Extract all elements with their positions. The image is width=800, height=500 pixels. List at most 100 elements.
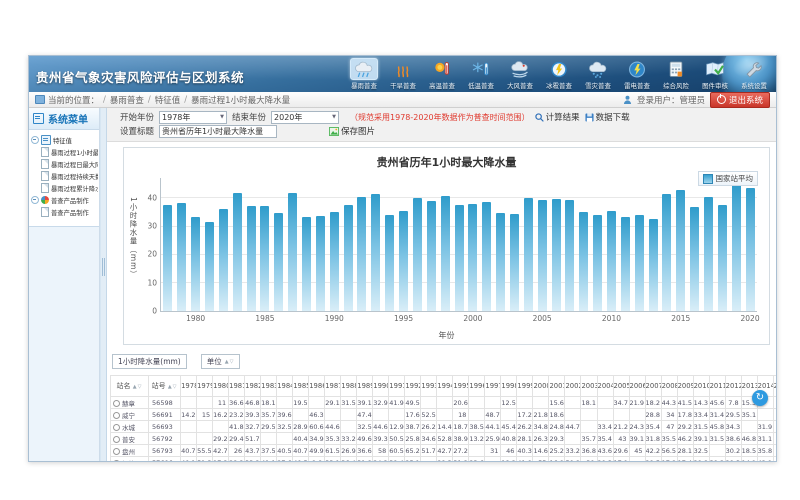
start-year-select[interactable]: 1978年 ▼ (159, 111, 227, 124)
expander-icon[interactable] (31, 196, 39, 204)
col-header-year[interactable]: 2009 (677, 376, 693, 397)
col-header-year[interactable]: 1996 (469, 376, 485, 397)
bar-2008 (579, 212, 588, 311)
sidebar-item-1h-max-precip[interactable]: 暴雨过程1小时最大降水量 (31, 146, 98, 158)
unit-chip[interactable]: 单位 ▲▽ (201, 354, 241, 369)
nav-item-wind[interactable]: 大风普查 (502, 58, 538, 91)
sort-icons[interactable]: ▲▽ (133, 384, 143, 390)
col-header-year[interactable]: 1988 (341, 376, 357, 397)
col-header-year[interactable]: 2004 (597, 376, 613, 397)
data-download-button[interactable]: 数据下载 (585, 111, 630, 123)
col-header-year[interactable]: 1979 (197, 376, 213, 397)
nav-item-high-temp[interactable]: 高温普查 (424, 58, 460, 91)
nav-item-settings[interactable]: 系统设置 (736, 58, 772, 91)
col-header-year[interactable]: 1993 (421, 376, 437, 397)
col-header-year[interactable]: 2006 (629, 376, 645, 397)
col-header-year[interactable]: 1997 (485, 376, 501, 397)
col-header-year[interactable]: 1987 (325, 376, 341, 397)
sort-icons[interactable]: ▲▽ (168, 384, 178, 390)
value-cell: 65.2 (405, 445, 421, 457)
breadcrumb-item-feature[interactable]: 特征值 (155, 94, 181, 106)
nav-item-label: 冰雹普查 (546, 81, 572, 90)
col-header-year[interactable]: 1999 (517, 376, 533, 397)
calc-result-button[interactable]: 计算结果 (535, 111, 580, 123)
value-cell (773, 457, 776, 462)
expander-icon[interactable] (31, 136, 39, 144)
row-select-radio[interactable] (113, 412, 120, 419)
value-cell: 32.9 (373, 397, 389, 409)
value-cell: 35.7 (261, 409, 277, 421)
col-header-year[interactable]: 1982 (245, 376, 261, 397)
value-cell (213, 421, 229, 433)
nav-item-low-temp[interactable]: 低温普查 (463, 58, 499, 91)
col-header-year[interactable]: 1998 (501, 376, 517, 397)
chart-title-input[interactable] (159, 125, 277, 138)
col-header-year[interactable]: 1989 (357, 376, 373, 397)
row-select-radio[interactable] (113, 448, 120, 455)
value-cell: 46 (501, 445, 517, 457)
col-header-year[interactable]: 2011 (709, 376, 725, 397)
col-header-year[interactable]: 2000 (533, 376, 549, 397)
col-header-year[interactable]: 2003 (581, 376, 597, 397)
save-image-button[interactable]: 保存图片 (329, 125, 375, 137)
sidebar-group-product[interactable]: 普查产品制作 (31, 194, 98, 206)
nav-item-hail[interactable]: 冰雹普查 (541, 58, 577, 91)
value-cell (581, 409, 597, 421)
sidebar-item-accumulated-precip[interactable]: 暴雨过程累计降水量 (31, 182, 98, 194)
sidebar-item-daily-max-precip[interactable]: 暴雨过程日最大降水量 (31, 158, 98, 170)
col-header-year[interactable]: 2005 (613, 376, 629, 397)
value-cell: 31.8 (645, 433, 661, 445)
col-header-year[interactable]: 1983 (261, 376, 277, 397)
value-cell: 17.2 (517, 409, 533, 421)
col-header-year[interactable]: 1981 (229, 376, 245, 397)
logout-button[interactable]: 退出系统 (710, 92, 770, 108)
value-cell (293, 409, 309, 421)
value-cell: 41.1 (261, 457, 277, 462)
sidebar-item-product-make[interactable]: 普查产品制作 (31, 206, 98, 218)
row-select-radio[interactable] (113, 424, 120, 431)
nav-item-comprehensive-risk[interactable]: 综合风险 (658, 58, 694, 91)
value-cell: 39.1 (357, 397, 373, 409)
end-year-select[interactable]: 2020年 ▼ (271, 111, 339, 124)
row-select-radio[interactable] (113, 436, 120, 443)
col-header-year[interactable]: 1980 (213, 376, 229, 397)
col-header-year[interactable]: 2002 (565, 376, 581, 397)
measure-chip[interactable]: 1小时降水量(mm) (112, 354, 187, 369)
col-header-year[interactable]: 1994 (437, 376, 453, 397)
sidebar-item-duration-days[interactable]: 暴雨过程持续天数 (31, 170, 98, 182)
breadcrumb-label: 当前的位置： (48, 94, 99, 106)
col-header-year[interactable]: 1990 (373, 376, 389, 397)
col-header-year[interactable]: 1978 (181, 376, 197, 397)
nav-item-drought[interactable]: 干旱普查 (385, 58, 421, 91)
col-header-station-name[interactable]: 站名 ▲▽ (111, 376, 149, 397)
refresh-icon[interactable]: ↻ (752, 390, 768, 406)
col-header-year[interactable]: 1986 (309, 376, 325, 397)
sort-icons[interactable]: ▲▽ (225, 359, 235, 365)
col-header-year[interactable]: 2012 (725, 376, 741, 397)
col-header-year[interactable]: 2015 (773, 376, 776, 397)
bar-2007 (565, 200, 574, 311)
col-header-year[interactable]: 2007 (645, 376, 661, 397)
bar-2012 (635, 215, 644, 311)
breadcrumb-item-rainstorm[interactable]: 暴雨普查 (110, 94, 144, 106)
col-header-year[interactable]: 2010 (693, 376, 709, 397)
nav-item-lightning[interactable]: 雷电普查 (619, 58, 655, 91)
row-select-radio[interactable] (113, 400, 120, 407)
col-header-station-id[interactable]: 站号 ▲▽ (149, 376, 181, 397)
breadcrumb-item-current[interactable]: 暴雨过程1小时最大降水量 (191, 94, 290, 106)
sidebar-splitter[interactable] (100, 108, 107, 461)
sidebar-group-feature[interactable]: 特征值 (31, 134, 98, 146)
nav-item-map-review[interactable]: 图件审核 (697, 58, 733, 91)
nav-item-snow[interactable]: 雪灾普查 (580, 58, 616, 91)
low-temp-icon (467, 58, 495, 80)
nav-item-rainstorm[interactable]: 暴雨普查 (346, 58, 382, 91)
col-header-year[interactable]: 2001 (549, 376, 565, 397)
col-header-year[interactable]: 1992 (405, 376, 421, 397)
row-select-radio[interactable] (113, 460, 120, 461)
col-header-year[interactable]: 1985 (293, 376, 309, 397)
col-header-year[interactable]: 1991 (389, 376, 405, 397)
col-header-year[interactable]: 2008 (661, 376, 677, 397)
col-header-year[interactable]: 1984 (277, 376, 293, 397)
value-cell: 36.6 (357, 445, 373, 457)
col-header-year[interactable]: 1995 (453, 376, 469, 397)
